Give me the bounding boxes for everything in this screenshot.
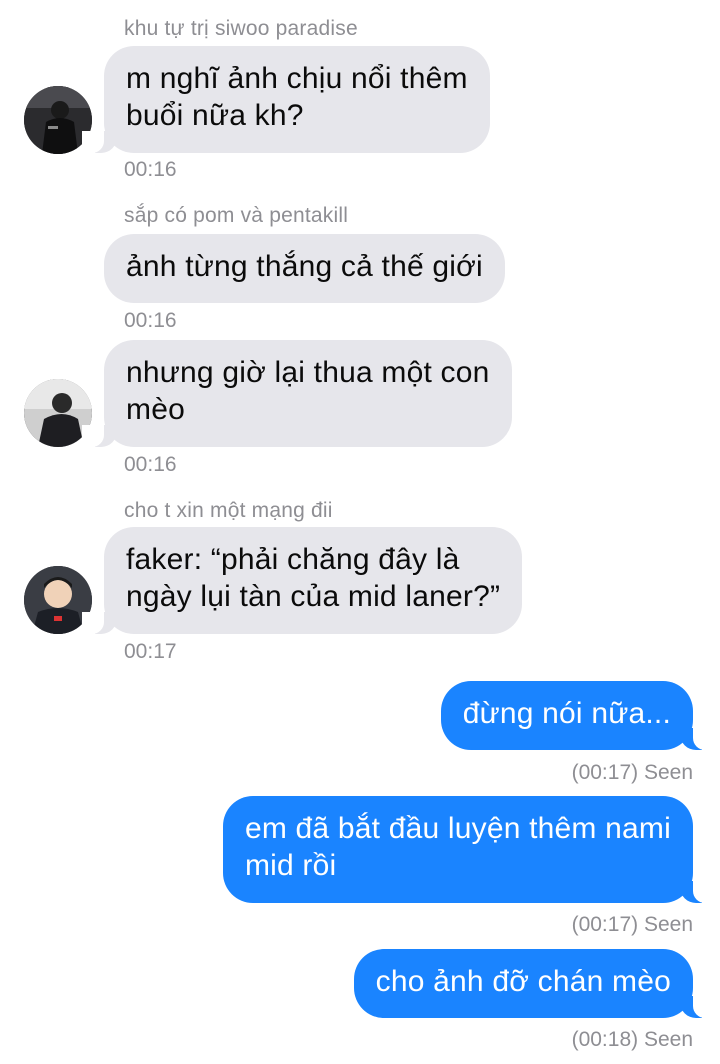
sender-name: sắp có pom và pentakill bbox=[124, 204, 349, 227]
message-timestamp: 00:16 bbox=[124, 453, 177, 476]
message-text: nhưng giờ lại thua một con bbox=[126, 356, 490, 389]
outgoing-message-bubble[interactable]: đừng nói nữa... bbox=[440, 681, 716, 750]
read-receipt: (00:17) Seen bbox=[571, 913, 693, 936]
message-timestamp: 00:16 bbox=[124, 158, 177, 181]
message-text: ảnh từng thắng cả thế giới bbox=[126, 250, 483, 283]
message-text: faker: “phải chăng đây là bbox=[126, 543, 460, 576]
message-text: m nghĩ ảnh chịu nổi thêm bbox=[126, 62, 468, 95]
message-text: mèo bbox=[126, 393, 185, 426]
incoming-message-bubble[interactable]: ảnh từng thắng cả thế giới bbox=[104, 234, 505, 303]
incoming-message-bubble[interactable]: faker: “phải chăng đây là ngày lụi tàn c… bbox=[81, 527, 523, 634]
outgoing-message-bubble[interactable]: cho ảnh đỡ chán mèo bbox=[353, 949, 716, 1018]
sender-name: cho t xin một mạng đii bbox=[124, 499, 333, 522]
incoming-message-bubble[interactable]: m nghĩ ảnh chịu nổi thêm buổi nữa kh? bbox=[82, 46, 490, 153]
read-receipt: (00:17) Seen bbox=[571, 761, 693, 784]
message-timestamp: 00:16 bbox=[124, 309, 177, 332]
sender-name: khu tự trị siwoo paradise bbox=[124, 17, 358, 40]
message-text: cho ảnh đỡ chán mèo bbox=[375, 965, 671, 998]
message-text: đừng nói nữa... bbox=[462, 697, 671, 730]
message-timestamp: 00:17 bbox=[124, 640, 177, 663]
incoming-message-bubble[interactable]: nhưng giờ lại thua một con mèo bbox=[82, 340, 512, 447]
message-text: em đã bắt đầu luyện thêm nami bbox=[244, 812, 671, 845]
message-text: buổi nữa kh? bbox=[126, 99, 304, 132]
read-receipt: (00:18) Seen bbox=[571, 1028, 693, 1051]
message-thread: khu tự trị siwoo paradise m nghĩ ảnh chị… bbox=[0, 0, 720, 1064]
message-text: mid rồi bbox=[244, 849, 337, 882]
outgoing-message-bubble[interactable]: em đã bắt đầu luyện thêm nami mid rồi bbox=[222, 796, 716, 903]
message-text: ngày lụi tàn của mid laner?” bbox=[126, 580, 501, 613]
